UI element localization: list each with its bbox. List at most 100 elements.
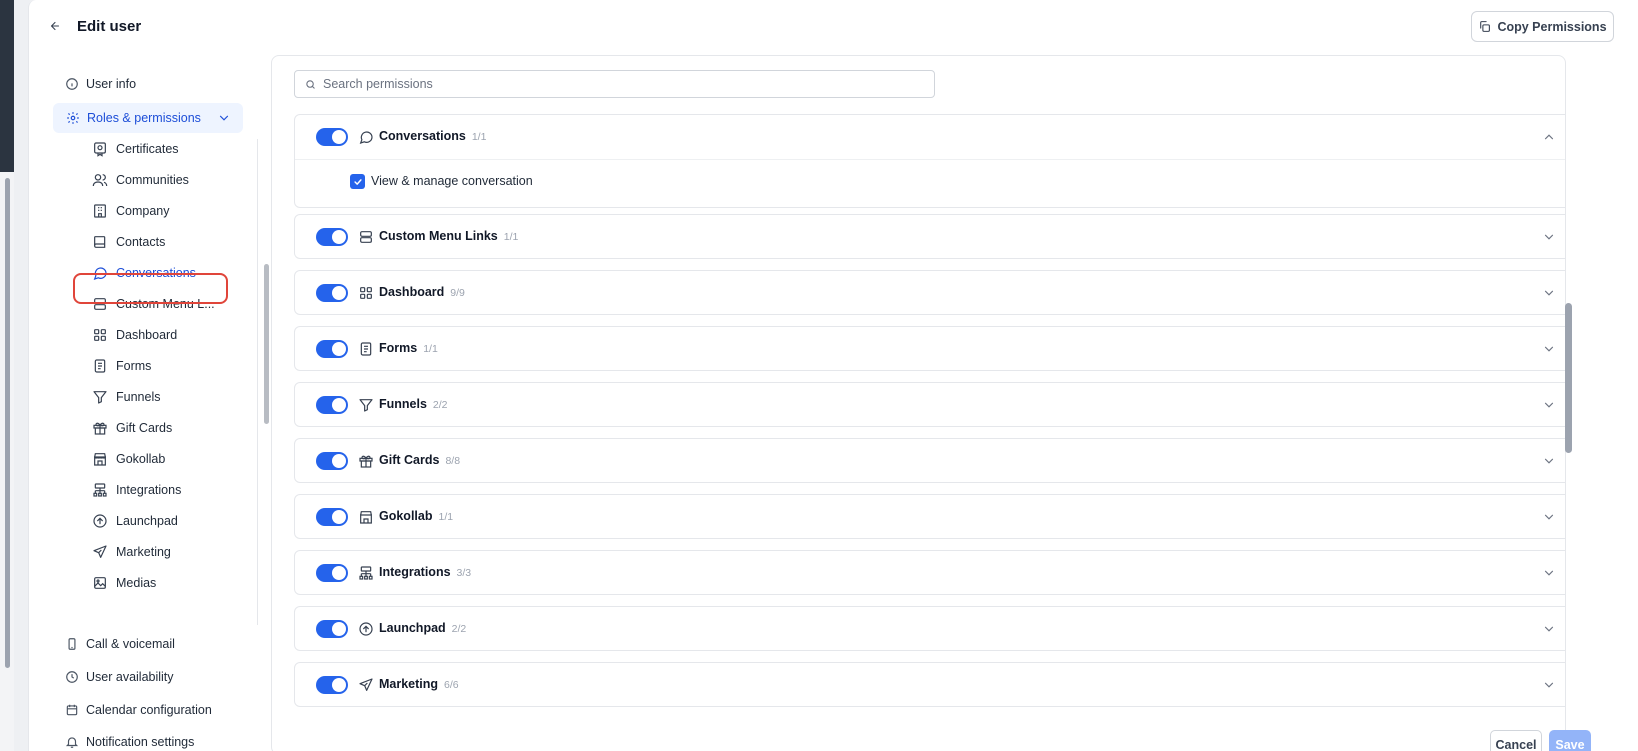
permission-card-forms[interactable]: Forms 1/1 xyxy=(294,326,1565,371)
panel-scrollbar[interactable] xyxy=(1565,303,1572,453)
chevron-down-icon[interactable] xyxy=(1542,566,1556,580)
permission-toggle[interactable] xyxy=(316,452,348,470)
certificate-icon xyxy=(94,142,106,157)
subnav-item-gokollab[interactable]: Gokollab xyxy=(89,446,229,472)
chevron-down-icon[interactable] xyxy=(1542,286,1556,300)
chevron-up-icon[interactable] xyxy=(1542,130,1556,144)
subnav-item-contacts[interactable]: Contacts xyxy=(89,229,229,255)
subnav-item-forms[interactable]: Forms xyxy=(89,353,229,379)
permission-card-custom-menu-links[interactable]: Custom Menu Links 1/1 xyxy=(294,214,1565,259)
funnel-icon xyxy=(359,399,373,412)
permission-toggle[interactable] xyxy=(316,508,348,526)
subnav-item-label: Gift Cards xyxy=(116,421,173,435)
edit-user-modal: Edit user Copy Permissions User info Rol… xyxy=(28,0,1638,751)
permission-label: Forms xyxy=(379,341,418,355)
subnav-scrollbar[interactable] xyxy=(264,264,269,424)
sitemap-icon xyxy=(93,483,107,497)
permission-title: Funnels 2/2 xyxy=(379,397,448,411)
permission-title: Integrations 3/3 xyxy=(379,565,471,579)
copy-permissions-button[interactable]: Copy Permissions xyxy=(1471,11,1614,42)
subnav-item-communities[interactable]: Communities xyxy=(89,167,229,193)
background-scrollbar[interactable] xyxy=(5,178,10,668)
permission-title: Custom Menu Links 1/1 xyxy=(379,229,518,243)
permission-toggle[interactable] xyxy=(316,284,348,302)
permission-label: Funnels xyxy=(379,397,427,411)
subnav-item-medias[interactable]: Medias xyxy=(89,570,229,596)
chevron-down-icon[interactable] xyxy=(1542,398,1556,412)
permission-count: 8/8 xyxy=(445,455,461,467)
permission-card-header[interactable]: Conversations 1/1 xyxy=(295,115,1565,159)
subnav-item-label: Company xyxy=(116,204,170,218)
view-manage-conversation-checkbox[interactable] xyxy=(350,174,365,189)
permission-card-gift-cards[interactable]: Gift Cards 8/8 xyxy=(294,438,1565,483)
modal-header: Edit user Copy Permissions xyxy=(29,0,1638,54)
search-input[interactable] xyxy=(323,77,903,91)
permission-count: 1/1 xyxy=(423,343,438,355)
send-icon xyxy=(359,678,373,691)
nav-user-info-label: User info xyxy=(86,77,137,91)
subnav-item-label: Contacts xyxy=(116,235,166,249)
permission-label: Gokollab xyxy=(379,509,433,523)
chevron-down-icon[interactable] xyxy=(1542,454,1556,468)
permission-card-launchpad[interactable]: Launchpad 2/2 xyxy=(294,606,1565,651)
permission-card-integrations[interactable]: Integrations 3/3 xyxy=(294,550,1565,595)
subnav-item-company[interactable]: Company xyxy=(89,198,229,224)
nav-user-availability-label: User availability xyxy=(86,670,174,684)
back-button[interactable] xyxy=(43,14,67,38)
permission-toggle[interactable] xyxy=(316,620,348,638)
chevron-down-icon[interactable] xyxy=(1542,230,1556,244)
subnav-item-certificates[interactable]: Certificates xyxy=(89,139,229,162)
nav-notification-settings-label: Notification settings xyxy=(86,735,195,749)
view-manage-conversation-label: View & manage conversation xyxy=(371,174,533,188)
nav-user-info[interactable]: User info xyxy=(65,73,136,95)
permissions-subnav: Certificates Communities Company Contact… xyxy=(89,139,247,625)
gift-icon xyxy=(93,422,107,435)
nav-user-availability[interactable]: User availability xyxy=(65,666,174,688)
chevron-down-icon[interactable] xyxy=(1542,510,1556,524)
nav-roles-permissions[interactable]: Roles & permissions xyxy=(53,103,243,133)
arrow-left-icon xyxy=(50,21,60,31)
permission-toggle[interactable] xyxy=(316,340,348,358)
permission-toggle[interactable] xyxy=(316,128,348,146)
permission-count: 6/6 xyxy=(444,679,459,691)
permissions-panel: Conversations 1/1 View & manage conversat… xyxy=(271,55,1566,751)
nav-notification-settings[interactable]: Notification settings xyxy=(65,731,194,751)
form-icon xyxy=(360,342,372,356)
permission-toggle[interactable] xyxy=(316,564,348,582)
subnav-item-funnels[interactable]: Funnels xyxy=(89,384,229,410)
subnav-item-marketing[interactable]: Marketing xyxy=(89,539,229,565)
chevron-down-icon[interactable] xyxy=(1542,342,1556,356)
grid-icon xyxy=(360,287,372,299)
subnav-item-launchpad[interactable]: Launchpad xyxy=(89,508,229,534)
permission-title: Gift Cards 8/8 xyxy=(379,453,460,467)
permission-card-gokollab[interactable]: Gokollab 1/1 xyxy=(294,494,1565,539)
nav-call-voicemail[interactable]: Call & voicemail xyxy=(65,633,175,655)
arrow-up-circle-icon xyxy=(359,622,373,636)
permission-label: Dashboard xyxy=(379,285,445,299)
permission-card-funnels[interactable]: Funnels 2/2 xyxy=(294,382,1565,427)
subnav-item-gift-cards[interactable]: Gift Cards xyxy=(89,415,229,441)
bell-icon xyxy=(65,737,79,748)
permission-title: Gokollab 1/1 xyxy=(379,509,453,523)
chevron-down-icon[interactable] xyxy=(1542,678,1556,692)
permission-card-dashboard[interactable]: Dashboard 9/9 xyxy=(294,270,1565,315)
nav-calendar-configuration[interactable]: Calendar configuration xyxy=(65,699,212,721)
permission-toggle[interactable] xyxy=(316,228,348,246)
chevron-down-icon[interactable] xyxy=(1542,622,1556,636)
building-icon xyxy=(94,204,106,218)
permission-card-marketing[interactable]: Marketing 6/6 xyxy=(294,662,1565,707)
menu-links-icon xyxy=(360,231,372,243)
gift-icon xyxy=(359,455,373,468)
permission-card-conversations: Conversations 1/1 View & manage conversat… xyxy=(294,114,1565,208)
subnav-item-label: Dashboard xyxy=(116,328,178,342)
permission-count: 3/3 xyxy=(456,567,472,579)
permission-toggle[interactable] xyxy=(316,676,348,694)
permission-toggle[interactable] xyxy=(316,396,348,414)
search-box[interactable] xyxy=(294,70,935,98)
permission-label: Marketing xyxy=(379,677,439,691)
cancel-button[interactable]: Cancel xyxy=(1490,730,1542,751)
subnav-item-integrations[interactable]: Integrations xyxy=(89,477,229,503)
calendar-icon xyxy=(66,704,78,716)
save-button[interactable]: Save xyxy=(1549,730,1591,751)
subnav-item-dashboard[interactable]: Dashboard xyxy=(89,322,229,348)
